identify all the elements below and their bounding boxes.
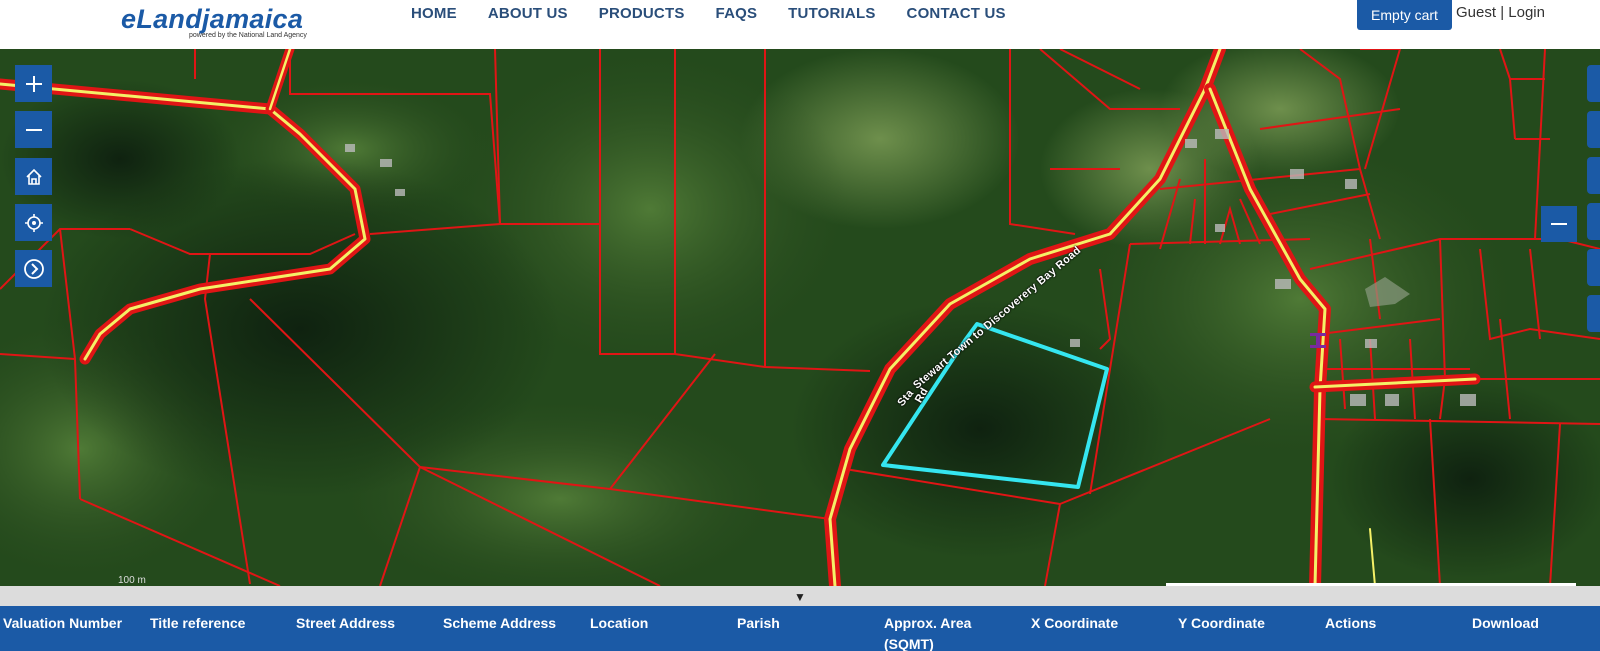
nav-contact-us[interactable]: CONTACT US	[907, 5, 1006, 22]
home-icon	[25, 168, 42, 185]
side-tool-3[interactable]	[1587, 157, 1600, 194]
login-link[interactable]: Login	[1508, 4, 1545, 21]
side-tool-4[interactable]	[1587, 203, 1600, 240]
map-imagery	[0, 49, 1600, 586]
nav-products[interactable]: PRODUCTS	[599, 5, 685, 22]
col-approx-area[interactable]: Approx. Area (SQMT)	[884, 613, 994, 651]
next-icon	[23, 258, 44, 279]
logo[interactable]: eLandjamaica powered by the National Lan…	[121, 3, 307, 39]
zoom-out-button[interactable]	[15, 111, 52, 148]
locate-button[interactable]	[15, 204, 52, 241]
results-table-header: Valuation Number Title reference Street …	[0, 606, 1600, 651]
nav-home[interactable]: HOME	[411, 5, 457, 22]
col-download[interactable]: Download	[1472, 613, 1539, 634]
side-tool-6[interactable]	[1587, 295, 1600, 332]
zoom-in-icon	[25, 75, 42, 92]
col-y-coordinate[interactable]: Y Coordinate	[1178, 613, 1265, 634]
home-button[interactable]	[15, 158, 52, 195]
auth-separator: |	[1500, 4, 1505, 21]
panel-splitter[interactable]: ▼	[0, 586, 1600, 606]
side-tool-5[interactable]	[1587, 249, 1600, 286]
nav-faqs[interactable]: FAQS	[716, 5, 758, 22]
guest-link[interactable]: Guest	[1456, 4, 1496, 21]
locate-icon	[24, 213, 43, 232]
zoom-out-icon	[25, 128, 42, 131]
zoom-in-button[interactable]	[15, 65, 52, 102]
col-actions[interactable]: Actions	[1325, 613, 1376, 634]
col-x-coordinate[interactable]: X Coordinate	[1031, 613, 1118, 634]
col-location[interactable]: Location	[590, 613, 648, 634]
col-street-address[interactable]: Street Address	[296, 613, 395, 634]
auth-links: Guest | Login	[1456, 4, 1545, 21]
empty-cart-button[interactable]: Empty cart	[1357, 0, 1452, 30]
minus-icon	[1551, 223, 1567, 225]
collapse-tools-button[interactable]	[1541, 206, 1577, 242]
main-nav: HOME ABOUT US PRODUCTS FAQS TUTORIALS CO…	[411, 5, 1037, 22]
side-tool-1[interactable]	[1587, 65, 1600, 102]
side-tool-2[interactable]	[1587, 111, 1600, 148]
toggle-panel-icon[interactable]: ▼	[794, 590, 806, 604]
col-scheme-address[interactable]: Scheme Address	[443, 613, 556, 634]
satellite-map[interactable]: Sta Stewart Town to Discoverery Bay Road…	[0, 49, 1600, 586]
logo-tagline: powered by the National Land Agency	[189, 32, 307, 39]
nav-about-us[interactable]: ABOUT US	[488, 5, 568, 22]
col-parish[interactable]: Parish	[737, 613, 780, 634]
scale-bar: 100 m	[118, 575, 146, 586]
next-button[interactable]	[15, 250, 52, 287]
site-header: eLandjamaica powered by the National Lan…	[0, 0, 1600, 49]
col-valuation-number[interactable]: Valuation Number	[3, 613, 122, 634]
nav-tutorials[interactable]: TUTORIALS	[788, 5, 875, 22]
col-title-reference[interactable]: Title reference	[150, 613, 245, 634]
logo-text: eLandjamaica	[121, 4, 304, 34]
